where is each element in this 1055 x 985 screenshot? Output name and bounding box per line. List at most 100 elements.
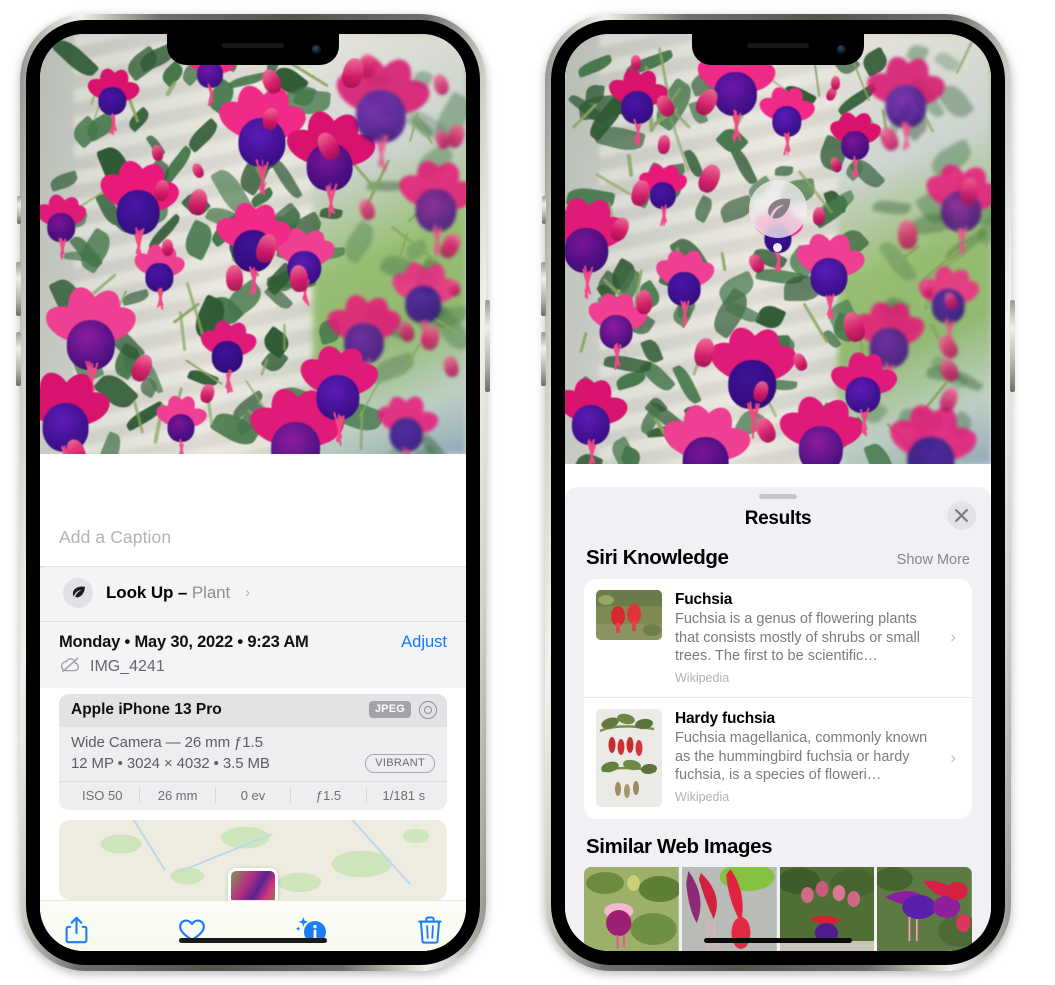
cloud-slash-icon: [60, 656, 81, 677]
photo-fuchsia-blossom: [862, 53, 950, 151]
photo-leaf: [338, 219, 380, 266]
similar-web-images-header: Similar Web Images: [565, 819, 991, 867]
camera-info-card[interactable]: Apple iPhone 13 Pro JPEG Wide Camera — 2…: [59, 693, 447, 810]
knowledge-item-hardy-fuchsia[interactable]: Hardy fuchsia Fuchsia magellanica, commo…: [584, 697, 972, 819]
photo-flower-bud: [356, 197, 377, 222]
visual-lookup-results-sheet: Results Siri Knowledge Show More Fuchsia…: [565, 486, 991, 951]
knowledge-item-fuchsia[interactable]: Fuchsia Fuchsia is a genus of flowering …: [584, 579, 972, 697]
visual-lookup-leaf-icon[interactable]: [749, 180, 807, 238]
map-road-2: [178, 833, 273, 873]
lookup-section: ✦ ✦ Look Up – Plant ›: [40, 560, 466, 621]
device-model: Apple iPhone 13 Pro: [71, 700, 222, 718]
location-map[interactable]: [59, 820, 447, 900]
photo-flower-bud: [630, 54, 642, 70]
volume-down-button-left[interactable]: [16, 332, 21, 386]
metadata-section: Monday • May 30, 2022 • 9:23 AM Adjust I…: [40, 620, 466, 688]
photo-leaf: [672, 362, 703, 407]
power-button-left[interactable]: [485, 300, 490, 392]
volume-up-button-right[interactable]: [541, 262, 546, 316]
photo-fuchsia-blossom: [393, 157, 466, 258]
photo-leaf: [691, 194, 716, 224]
exposure-stat-2: 26 mm: [140, 788, 216, 803]
photo-viewer-left[interactable]: [40, 34, 466, 454]
photo-leaf: [185, 118, 222, 154]
knowledge-description: Fuchsia is a genus of flowering plants t…: [675, 610, 920, 665]
photo-stem: [579, 331, 589, 353]
share-icon[interactable]: [64, 915, 89, 945]
knowledge-thumbnail: [596, 589, 662, 640]
mute-switch-right[interactable]: [542, 196, 546, 224]
lens-aperture-icon: [419, 700, 437, 719]
photo-fuchsia-blossom: [294, 342, 384, 447]
look-up-plant-row[interactable]: ✦ ✦ Look Up – Plant ›: [40, 560, 466, 621]
front-camera-right: [837, 45, 846, 54]
exposure-stat-1: ISO 50: [65, 788, 141, 803]
similar-web-image-1[interactable]: [584, 867, 679, 951]
photo-flower-bud: [431, 72, 451, 97]
photo-leaf: [774, 165, 794, 178]
photo-leaf: [872, 198, 911, 218]
knowledge-source: Wikipedia: [675, 671, 730, 685]
show-more-button[interactable]: Show More: [897, 552, 970, 568]
similar-web-image-4[interactable]: [877, 867, 972, 951]
camera-header-badges: JPEG: [368, 700, 437, 719]
photo-fuchsia-blossom: [826, 350, 901, 437]
photo-flower-bud: [635, 289, 652, 314]
screenshot-root: Add a Caption ✦ ✦ Look Up – Plant: [0, 0, 1055, 985]
power-button-right[interactable]: [1010, 300, 1015, 392]
photo-fuchsia-blossom: [387, 258, 461, 345]
home-indicator-left[interactable]: [179, 938, 327, 943]
lens-description: Wide Camera — 26 mm ƒ1.5: [71, 733, 263, 751]
notch-left: [167, 34, 339, 65]
photo-fuchsia-blossom: [826, 110, 884, 178]
earpiece-speaker-right: [747, 43, 809, 48]
chevron-right-icon: ›: [950, 748, 956, 767]
volume-up-button-left[interactable]: [16, 262, 21, 316]
results-title: Results: [744, 507, 812, 529]
similar-web-images-title: Similar Web Images: [586, 835, 773, 858]
camera-info-header: Apple iPhone 13 Pro JPEG: [59, 693, 447, 727]
close-icon[interactable]: [947, 500, 976, 530]
trash-icon[interactable]: [418, 916, 442, 944]
photo-flower-bud: [225, 264, 243, 292]
photo-fuchsia-blossom: [703, 323, 802, 439]
photo-fuchsia-blossom: [756, 84, 818, 156]
photo-flower-bud: [190, 161, 207, 180]
leaf-icon: [63, 577, 93, 608]
chevron-right-icon: ›: [245, 584, 251, 601]
metadata-file-row: IMG_4241: [59, 652, 447, 681]
photo-fuchsia-blossom: [657, 401, 755, 464]
photo-stem: [720, 251, 727, 271]
photo-stem: [813, 62, 821, 98]
photo-stem: [626, 153, 633, 178]
screen-right: Results Siri Knowledge Show More Fuchsia…: [565, 34, 991, 951]
knowledge-title: Hardy fuchsia: [675, 710, 775, 727]
caption-placeholder: Add a Caption: [59, 526, 172, 547]
format-badge: JPEG: [368, 701, 411, 718]
photo-fuchsia-blossom: [40, 283, 142, 399]
photo-viewer-right[interactable]: [565, 34, 991, 464]
photographic-style-badge: VIBRANT: [365, 753, 435, 773]
photo-stem: [954, 35, 977, 76]
photo-fuchsia-blossom: [213, 82, 312, 195]
photo-leaf: [179, 218, 217, 261]
adjust-button[interactable]: Adjust: [401, 633, 447, 652]
front-camera-left: [312, 45, 321, 54]
photo-stem: [802, 302, 829, 344]
photo-fuchsia-blossom: [791, 229, 869, 321]
image-size: 12 MP • 3024 × 4032 • 3.5 MB: [71, 754, 270, 772]
mute-switch-left[interactable]: [17, 196, 21, 224]
exposure-stats-row: ISO 50 26 mm 0 ev ƒ1.5 1/181 s: [59, 781, 447, 810]
photo-fuchsia-plant-left: [40, 34, 466, 454]
home-indicator-right[interactable]: [704, 938, 852, 943]
visual-lookup-anchor-dot: [773, 243, 782, 252]
photo-fuchsia-blossom: [565, 376, 631, 464]
volume-down-button-right[interactable]: [541, 332, 546, 386]
caption-input[interactable]: Add a Caption: [40, 510, 466, 566]
map-photo-pin[interactable]: [228, 868, 278, 900]
exposure-stat-4: ƒ1.5: [291, 788, 367, 803]
knowledge-title: Fuchsia: [675, 590, 733, 608]
capture-date: Monday • May 30, 2022 • 9:23 AM: [59, 632, 309, 651]
photo-fuchsia-blossom: [83, 66, 142, 135]
photo-flower-bud: [198, 382, 216, 405]
